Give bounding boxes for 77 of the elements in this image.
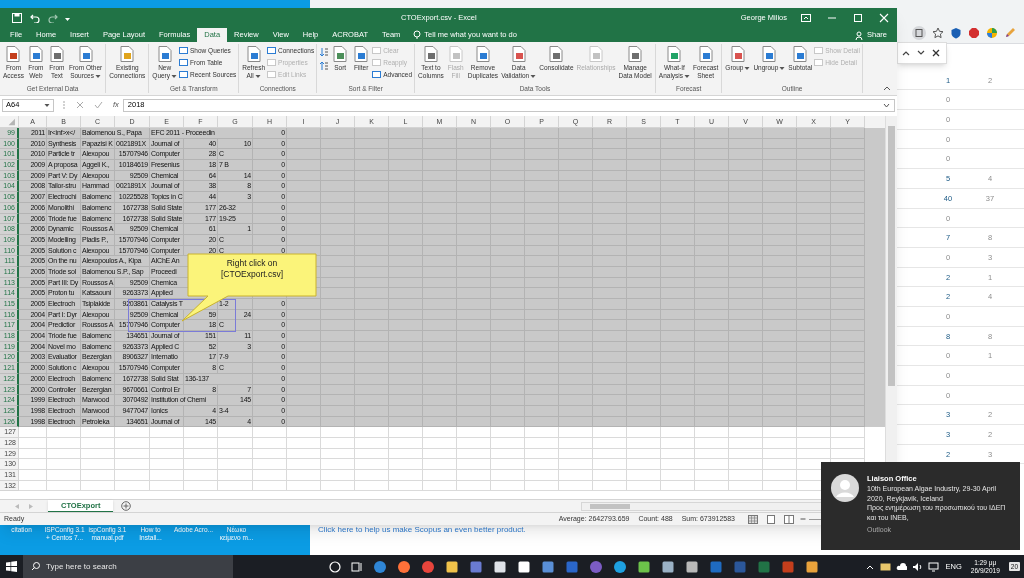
grip-icon [62,100,66,110]
maximize-icon[interactable] [853,13,863,23]
sort-descending-icon[interactable] [319,61,330,71]
app-icon[interactable] [805,559,819,574]
speaker-icon[interactable] [911,561,923,572]
document-icon [509,45,528,63]
collapse-ribbon-icon[interactable] [883,85,891,91]
document-icon [47,45,66,63]
pencil-icon[interactable] [1004,27,1016,39]
sort-ascending-icon[interactable] [319,47,330,57]
normal-view-icon[interactable] [748,514,758,524]
page-break-icon[interactable] [784,514,794,524]
avatar-icon [831,474,859,502]
document-icon [244,45,263,63]
save-icon[interactable] [12,13,22,23]
chevron-down-icon[interactable] [883,102,890,108]
caret-icon [95,73,101,79]
app-icon[interactable] [517,559,531,574]
caret-icon [779,65,786,71]
start-icon[interactable] [6,561,17,572]
document-icon [473,45,492,63]
search-icon [31,562,40,571]
lightbulb-icon [413,30,422,40]
undo-icon[interactable] [30,13,40,23]
caret-icon [254,73,261,79]
feedback-link[interactable]: Click here to help us make Scopus an even better product. [318,524,526,536]
pinwheel-icon[interactable] [986,27,998,39]
document-icon [421,45,440,63]
document-icon [728,45,747,63]
shield-icon[interactable] [950,27,962,39]
app-icon[interactable] [445,559,459,574]
network-icon[interactable] [927,561,939,572]
document-icon [26,45,45,63]
document-icon [696,45,715,63]
document-icon [155,45,174,63]
page-layout-icon[interactable] [766,514,776,524]
chevron-up-icon[interactable] [865,563,874,570]
caret-icon [684,73,691,79]
circle-icon[interactable] [329,560,341,573]
document-icon [665,45,684,63]
task-view-icon[interactable] [351,560,363,573]
caret-icon [530,73,537,79]
document-icon [4,45,23,63]
app-icon[interactable] [661,559,675,574]
document-icon [118,45,137,63]
check-icon[interactable] [94,101,103,109]
document-icon [791,45,810,63]
app-icon[interactable] [493,559,507,574]
chevron-down-icon[interactable] [917,49,925,57]
document-icon [331,45,350,63]
caret-icon [744,65,751,71]
document-icon [547,45,566,63]
document-icon [76,45,95,63]
document-icon [446,45,465,63]
star-icon[interactable] [932,27,944,39]
document-icon [352,45,371,63]
cloud-icon[interactable] [895,562,907,571]
person-icon [855,30,864,40]
document-icon [626,45,645,63]
callout-text: Right click on [CTOExport.csv] [219,258,285,280]
document-icon [587,45,606,63]
app-icon[interactable] [685,559,699,574]
ribbon-display-icon[interactable] [801,14,811,22]
redo-icon[interactable] [48,13,58,23]
chevron-up-icon[interactable] [902,49,910,57]
search-field[interactable]: Type here to search [23,555,233,578]
mail-icon[interactable] [879,562,891,571]
app-icon[interactable] [397,559,411,574]
caret-icon [44,102,50,108]
caret-icon [171,73,178,79]
document-icon [760,45,779,63]
add-sheet-icon[interactable] [121,501,132,511]
octagon-icon[interactable] [968,27,980,39]
app-icon[interactable] [637,559,651,574]
app-icon[interactable] [613,559,627,574]
close-icon[interactable] [932,49,940,57]
page-icon[interactable] [912,26,926,40]
